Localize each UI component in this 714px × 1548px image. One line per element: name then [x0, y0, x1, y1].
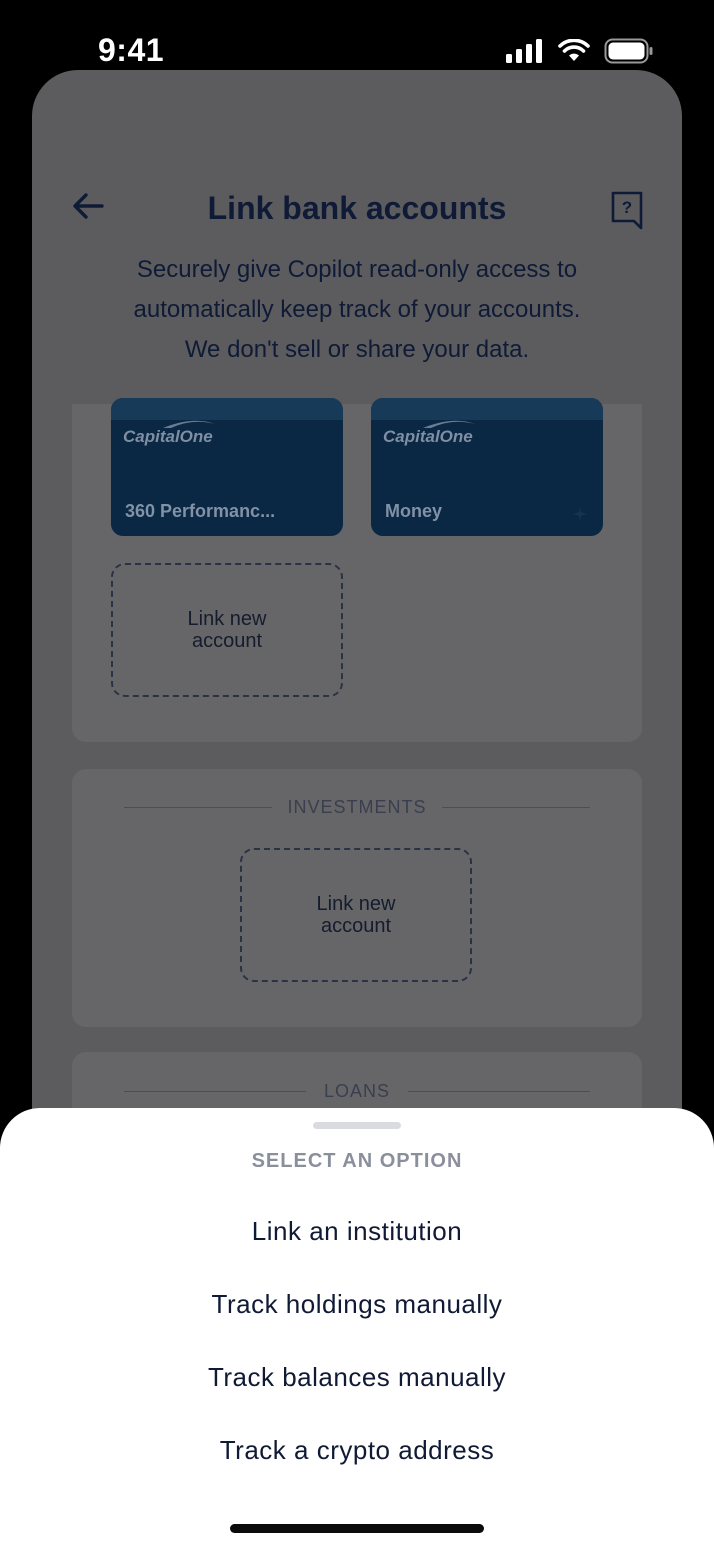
link-new-account-tile[interactable]: Link new account: [240, 848, 472, 982]
option-track-crypto[interactable]: Track a crypto address: [0, 1435, 714, 1466]
link-tile-label: Link new: [316, 893, 396, 915]
account-name: 360 Performanc...: [125, 501, 276, 521]
loans-header: LOANS: [124, 1081, 590, 1101]
status-time: 9:41: [98, 32, 165, 68]
account-card[interactable]: CapitalOne 360 Performanc...: [111, 398, 343, 536]
wifi-icon: [558, 39, 590, 61]
divider: [442, 807, 590, 808]
investments-header: INVESTMENTS: [124, 797, 590, 817]
subtitle-line: Securely give Copilot read-only access t…: [136, 256, 578, 283]
card-band: [111, 398, 343, 420]
option-track-holdings[interactable]: Track holdings manually: [0, 1289, 714, 1320]
link-tile-label: account: [320, 915, 392, 937]
help-chat-icon[interactable]: ?: [610, 190, 644, 230]
divider: [408, 1091, 590, 1092]
header: Link bank accounts ?: [32, 180, 682, 240]
capital-one-logo-text: CapitalOne: [123, 427, 213, 446]
subtitle-line: We don't sell or share your data.: [184, 336, 530, 363]
status-icons: [506, 38, 654, 64]
option-track-balances[interactable]: Track balances manually: [0, 1362, 714, 1393]
cellular-signal-icon: [506, 39, 542, 63]
home-indicator[interactable]: [230, 1524, 484, 1533]
capital-one-logo-text: CapitalOne: [383, 427, 473, 446]
account-card[interactable]: CapitalOne Money: [371, 398, 603, 536]
link-new-account-tile[interactable]: Link new account: [111, 563, 343, 697]
sparkle-icon: [573, 506, 587, 522]
svg-text:?: ?: [622, 198, 632, 217]
capital-one-logo: CapitalOne: [123, 418, 219, 457]
option-bottom-sheet: SELECT AN OPTION Link an institution Tra…: [0, 1108, 714, 1548]
status-bar: 9:41: [0, 0, 714, 70]
subtitle: Securely give Copilot read-only access t…: [80, 250, 634, 370]
capital-one-logo: CapitalOne: [383, 418, 479, 457]
option-link-institution[interactable]: Link an institution: [0, 1216, 714, 1247]
battery-icon: [604, 38, 653, 64]
subtitle-line: automatically keep track of your account…: [133, 296, 581, 323]
link-tile-label: Link new: [187, 608, 267, 630]
account-name: Money: [385, 501, 443, 521]
card-band: [371, 398, 603, 420]
sheet-title: SELECT AN OPTION: [251, 1150, 463, 1172]
page-title: Link bank accounts: [207, 190, 507, 226]
link-tile-label: account: [191, 630, 263, 652]
sheet-grabber[interactable]: [313, 1122, 401, 1129]
